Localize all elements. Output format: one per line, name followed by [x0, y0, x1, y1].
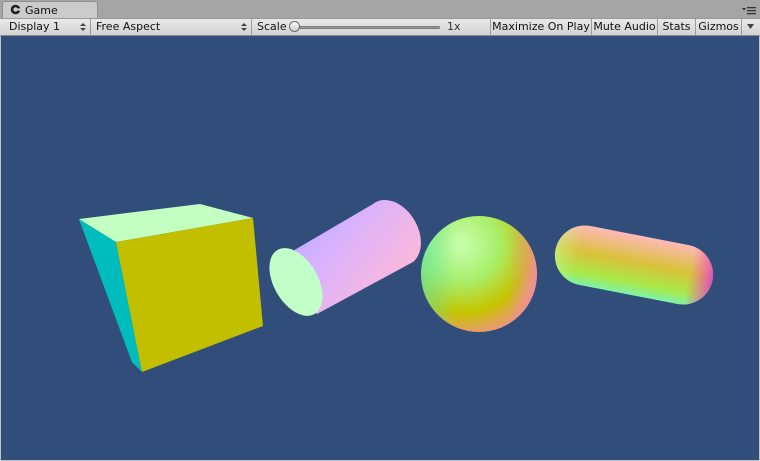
- gizmos-dropdown[interactable]: [741, 19, 760, 35]
- scale-label: Scale: [257, 20, 287, 33]
- gizmos-button[interactable]: Gizmos: [695, 19, 741, 35]
- stats-button[interactable]: Stats: [657, 19, 695, 35]
- chevron-down-icon: [747, 24, 754, 29]
- cube-object: [79, 204, 263, 372]
- updown-arrows-icon: [241, 23, 247, 31]
- cube-front-face: [116, 218, 263, 372]
- scale-value: 1x: [447, 20, 461, 33]
- window-menu-icon[interactable]: [742, 6, 756, 16]
- game-controller-icon: [10, 4, 21, 15]
- updown-arrows-icon: [80, 23, 86, 31]
- game-window: Game Display 1 Free Aspect Scale 1x Maxi…: [0, 0, 760, 461]
- mute-audio-button[interactable]: Mute Audio: [591, 19, 657, 35]
- maximize-on-play-label: Maximize On Play: [492, 20, 590, 33]
- tab-title: Game: [25, 4, 58, 17]
- game-toolbar: Display 1 Free Aspect Scale 1x Maximize …: [0, 18, 760, 36]
- mute-audio-label: Mute Audio: [593, 20, 656, 33]
- display-dropdown-label: Display 1: [9, 20, 61, 33]
- scale-slider-thumb[interactable]: [289, 21, 300, 32]
- capsule-shade: [554, 225, 714, 305]
- capsule-object: [554, 225, 714, 305]
- aspect-dropdown[interactable]: Free Aspect: [91, 19, 252, 35]
- gizmos-label: Gizmos: [698, 20, 739, 33]
- display-dropdown[interactable]: Display 1: [4, 19, 91, 35]
- sphere-shade: [421, 216, 537, 332]
- scene-render: [79, 199, 714, 372]
- sphere-object: [421, 216, 537, 332]
- maximize-on-play-button[interactable]: Maximize On Play: [490, 19, 591, 35]
- stats-label: Stats: [662, 20, 691, 33]
- aspect-dropdown-label: Free Aspect: [96, 20, 161, 33]
- scale-slider-track[interactable]: [294, 26, 440, 29]
- tab-strip: Game: [0, 0, 760, 18]
- game-viewport[interactable]: [1, 36, 759, 460]
- cylinder-object: [269, 199, 421, 316]
- tab-game[interactable]: Game: [2, 1, 98, 18]
